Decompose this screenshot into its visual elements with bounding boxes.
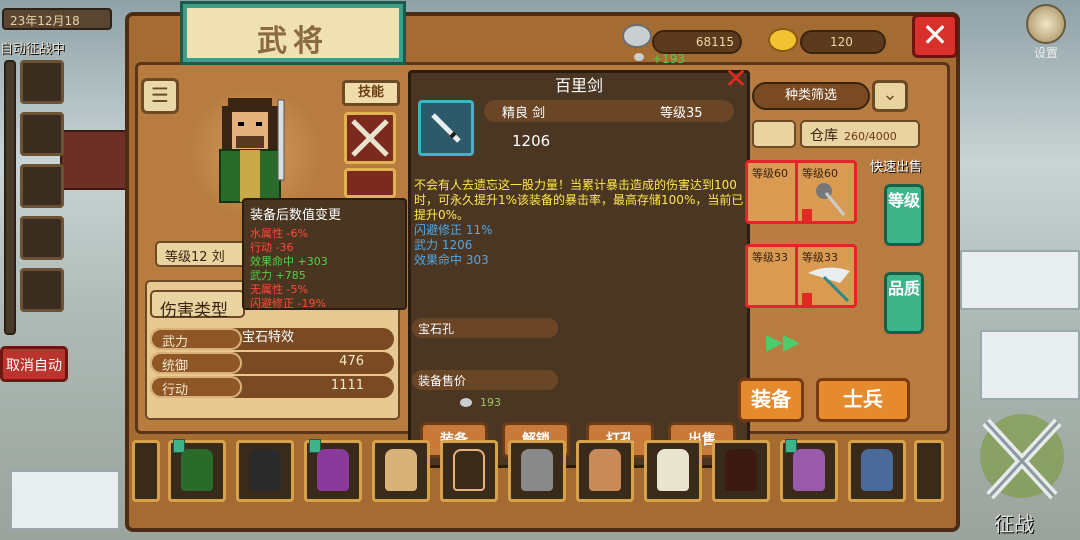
type-filter[interactable]: 种类筛选 [752, 82, 870, 110]
inventory-slot[interactable]: 等级60 [795, 160, 857, 224]
gem-effect-label: 宝石特效 [242, 330, 295, 345]
sword-icon [418, 100, 474, 156]
campaign-label[interactable]: 征战 [994, 508, 1034, 537]
warehouse-tab[interactable]: 仓库 260/4000 [800, 120, 920, 148]
popup-close-icon[interactable]: ✕ [722, 65, 750, 94]
silver-gain: +193 [652, 52, 685, 66]
hero-face [793, 449, 825, 491]
hero-face [385, 449, 417, 491]
hero-card[interactable] [848, 440, 906, 502]
settings-button[interactable]: 设置 [1016, 2, 1076, 60]
hero-card[interactable] [304, 439, 362, 502]
stat-row-command: 统御 476 [150, 352, 394, 374]
sell-price-label: 装备售价 [412, 370, 558, 390]
side-hero-slot[interactable] [20, 164, 64, 208]
hero-card[interactable] [440, 440, 498, 502]
cancel-auto-button[interactable]: 取消自动 [0, 346, 68, 382]
item-description: 不会有人去遗忘这一股力量！当累计暴击造成的伤害达到100时，可永久提升1%该装备… [414, 178, 744, 222]
lock-icon [802, 293, 812, 305]
hero-face [521, 449, 553, 491]
settings-label: 设置 [1033, 46, 1058, 60]
next-page-icon[interactable]: ▶▶ [766, 330, 800, 355]
change-line: 武力 +785 [250, 269, 306, 282]
hero-card[interactable] [644, 440, 702, 502]
gold-amount: 120 [800, 30, 886, 54]
list-menu-icon[interactable]: ☰ [141, 78, 179, 114]
inventory-slot[interactable]: 等级33 [795, 244, 857, 308]
tab-soldier[interactable]: 士兵 [816, 378, 910, 422]
title-plate: 武将 [183, 4, 403, 62]
bag-tab[interactable] [752, 120, 796, 148]
hero-face [453, 449, 485, 491]
yinyang-icon [1026, 4, 1066, 44]
hero-face [657, 449, 689, 491]
silver-amount: 68115 [652, 30, 742, 54]
equip-change-title: 装备后数值变更 [250, 208, 342, 223]
hero-card[interactable] [780, 439, 838, 502]
side-hero-slot[interactable] [20, 112, 64, 156]
sell-price-value: 193 [480, 396, 501, 409]
auto-campaign-status: 自动征战中 [0, 42, 66, 57]
change-line: 闪避修正 -19% [250, 297, 326, 310]
hero-card[interactable] [372, 440, 430, 502]
hero-face [589, 449, 621, 491]
item-attr: 闪避修正 11% [414, 223, 493, 237]
hero-card[interactable] [576, 440, 634, 502]
equip-change-tooltip: 装备后数值变更 水属性 -6% 行动 -36 效果命中 +303 武力 +785… [242, 198, 407, 310]
item-type-bar: 精良 剑 等级35 [484, 100, 734, 122]
skill-slot-flag-icon[interactable] [344, 168, 396, 198]
hero-face [181, 449, 213, 491]
silver-small-icon [460, 398, 472, 407]
change-line: 效果命中 +303 [250, 255, 328, 268]
item-attr: 武力 1206 [414, 238, 473, 252]
hero-card[interactable] [712, 440, 770, 502]
change-line: 行动 -36 [250, 241, 294, 254]
skill-slot-swords-icon[interactable] [344, 112, 396, 164]
page-title: 武将 [257, 24, 329, 59]
hero-portrait [219, 98, 285, 203]
gold-icon [768, 28, 798, 52]
bg-house [60, 130, 130, 190]
warehouse-count: 260/4000 [844, 130, 897, 143]
bg-house [980, 330, 1080, 400]
sort-quality-button[interactable]: 品质 [884, 272, 924, 334]
item-quality-type: 精良 剑 [502, 106, 546, 121]
hero-face [249, 449, 281, 491]
hero-card[interactable] [508, 440, 566, 502]
hero-card[interactable] [168, 439, 226, 502]
close-button[interactable]: ✕ [912, 14, 958, 58]
bg-house [960, 250, 1080, 310]
gem-slot-label: 宝石孔 [412, 318, 558, 338]
item-name: 百里剑 [554, 76, 603, 95]
hero-face [317, 449, 349, 491]
hero-card[interactable] [132, 440, 160, 502]
change-line: 水属性 -6% [250, 227, 308, 240]
side-hero-slot[interactable] [20, 268, 64, 312]
skill-button[interactable]: 技能 [342, 80, 400, 106]
item-level: 等级35 [660, 106, 703, 121]
hero-card[interactable] [914, 440, 944, 502]
lock-icon [802, 209, 812, 221]
date-display: 23年12月18 [2, 8, 112, 30]
side-hero-slot[interactable] [20, 216, 64, 260]
bg-house [10, 470, 120, 530]
warehouse-label: 仓库 [810, 128, 838, 144]
sort-level-button[interactable]: 等级 [884, 184, 924, 246]
damage-type-label: 伤害类型 [150, 290, 245, 321]
item-attr: 效果命中 303 [414, 253, 489, 267]
hero-card[interactable] [236, 440, 294, 502]
chevron-down-icon[interactable]: ⌄ [872, 80, 908, 112]
hero-face [725, 449, 757, 491]
silver-icon [622, 24, 652, 48]
change-line: 无属性 -5% [250, 283, 308, 296]
tab-equipment[interactable]: 装备 [738, 378, 804, 422]
hero-face [861, 449, 893, 491]
item-description-block: 不会有人去遗忘这一股力量！当累计暴击造成的伤害达到100时，可永久提升1%该装备… [414, 178, 744, 268]
silver-small-icon [634, 53, 644, 61]
quick-sell-label: 快速出售 [870, 160, 923, 175]
side-scrollbar[interactable] [4, 60, 16, 335]
side-hero-slot[interactable] [20, 60, 64, 104]
stat-row-action: 行动 1111 [150, 376, 394, 398]
item-power: 1206 [512, 132, 551, 150]
